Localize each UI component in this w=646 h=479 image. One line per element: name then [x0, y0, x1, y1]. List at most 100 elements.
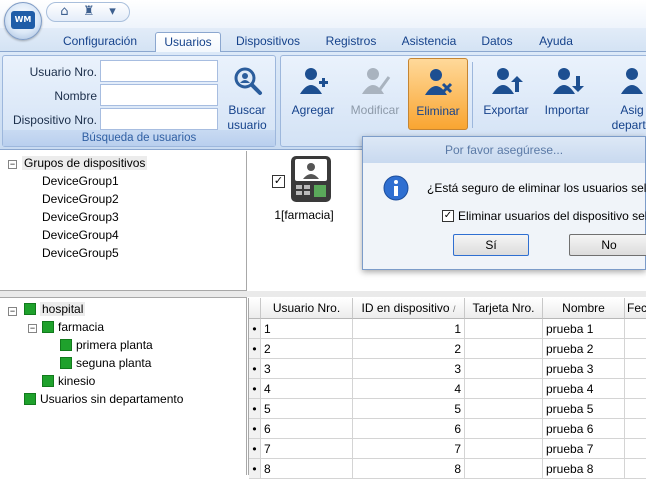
column-header-user-no[interactable]: Usuario Nro.	[261, 298, 353, 319]
column-header-name[interactable]: Nombre	[543, 298, 625, 319]
collapse-toggle-icon[interactable]: −	[28, 324, 37, 333]
table-row[interactable]: • 7 7 prueba 7	[249, 439, 646, 459]
device-checkbox[interactable]: ✓	[272, 175, 285, 188]
cell-card-no[interactable]	[465, 439, 543, 459]
app-logo[interactable]: WM	[4, 2, 42, 40]
cell-name[interactable]: prueba 7	[543, 439, 625, 459]
collapse-toggle-icon[interactable]: −	[8, 160, 17, 169]
row-selector[interactable]: •	[249, 319, 261, 339]
cell-name[interactable]: prueba 5	[543, 399, 625, 419]
cell-user-no[interactable]: 1	[261, 319, 353, 339]
no-button[interactable]: No	[569, 234, 646, 256]
table-row[interactable]: • 6 6 prueba 6	[249, 419, 646, 439]
tab-asistencia[interactable]: Asistencia	[395, 32, 463, 52]
cell-date[interactable]	[625, 399, 646, 419]
cell-user-no[interactable]: 7	[261, 439, 353, 459]
cell-user-no[interactable]: 5	[261, 399, 353, 419]
tab-usuarios[interactable]: Usuarios	[155, 32, 221, 53]
department-item[interactable]: kinesio	[58, 374, 95, 388]
tree-item-device-group[interactable]: DeviceGroup5	[42, 246, 119, 260]
cell-name[interactable]: prueba 6	[543, 419, 625, 439]
assign-department-button[interactable]: Asig departa	[601, 58, 646, 132]
modify-user-button[interactable]: Modificar	[345, 58, 405, 130]
cell-device-id[interactable]: 6	[353, 419, 465, 439]
home-icon[interactable]: ⌂	[60, 3, 68, 21]
delete-from-device-checkbox[interactable]: ✓	[442, 210, 454, 222]
add-user-button[interactable]: Agregar	[285, 58, 341, 130]
cell-device-id[interactable]: 1	[353, 319, 465, 339]
table-row[interactable]: • 4 4 prueba 4	[249, 379, 646, 399]
department-item[interactable]: Usuarios sin departamento	[40, 392, 183, 406]
device-no-field[interactable]	[100, 108, 218, 130]
tree-item-device-group[interactable]: DeviceGroup4	[42, 228, 119, 242]
department-root[interactable]: hospital	[40, 302, 86, 316]
table-row[interactable]: • 1 1 prueba 1	[249, 319, 646, 339]
row-selector[interactable]: •	[249, 379, 261, 399]
cell-device-id[interactable]: 4	[353, 379, 465, 399]
tree-item-device-group[interactable]: DeviceGroup2	[42, 192, 119, 206]
cell-user-no[interactable]: 4	[261, 379, 353, 399]
column-header-device-id[interactable]: ID en dispositivo /	[353, 298, 465, 319]
cell-user-no[interactable]: 3	[261, 359, 353, 379]
table-row[interactable]: • 8 8 prueba 8	[249, 459, 646, 479]
table-row[interactable]: • 3 3 prueba 3	[249, 359, 646, 379]
cell-card-no[interactable]	[465, 399, 543, 419]
device-label[interactable]: 1[farmacia]	[268, 208, 340, 222]
table-row[interactable]: • 2 2 prueba 2	[249, 339, 646, 359]
terminal-device-icon[interactable]	[290, 155, 332, 203]
department-item[interactable]: seguna planta	[76, 356, 151, 370]
cell-user-no[interactable]: 6	[261, 419, 353, 439]
device-groups-root[interactable]: Grupos de dispositivos	[22, 156, 148, 170]
row-selector[interactable]: •	[249, 339, 261, 359]
cell-device-id[interactable]: 8	[353, 459, 465, 479]
cell-name[interactable]: prueba 3	[543, 359, 625, 379]
column-header-date[interactable]: Fech	[625, 298, 646, 319]
collapse-toggle-icon[interactable]: −	[8, 307, 17, 316]
cell-date[interactable]	[625, 379, 646, 399]
import-button[interactable]: Importar	[537, 58, 597, 130]
tab-datos[interactable]: Datos	[472, 32, 522, 52]
cell-card-no[interactable]	[465, 459, 543, 479]
row-selector[interactable]: •	[249, 439, 261, 459]
yes-button[interactable]: Sí	[453, 234, 529, 256]
cell-name[interactable]: prueba 4	[543, 379, 625, 399]
cell-device-id[interactable]: 3	[353, 359, 465, 379]
cell-card-no[interactable]	[465, 379, 543, 399]
table-row[interactable]: • 5 5 prueba 5	[249, 399, 646, 419]
column-header-card-no[interactable]: Tarjeta Nro.	[465, 298, 543, 319]
cell-card-no[interactable]	[465, 339, 543, 359]
cell-device-id[interactable]: 5	[353, 399, 465, 419]
user-no-field[interactable]	[100, 60, 218, 82]
export-button[interactable]: Exportar	[477, 58, 535, 130]
cell-device-id[interactable]: 7	[353, 439, 465, 459]
cell-name[interactable]: prueba 1	[543, 319, 625, 339]
stamp-icon[interactable]: ♜	[83, 3, 95, 21]
cell-card-no[interactable]	[465, 319, 543, 339]
row-selector[interactable]: •	[249, 459, 261, 479]
cell-name[interactable]: prueba 8	[543, 459, 625, 479]
tab-configuracion[interactable]: Configuración	[52, 32, 148, 52]
search-user-button[interactable]: Buscar usuario	[221, 58, 273, 132]
department-item[interactable]: primera planta	[76, 338, 153, 352]
cell-name[interactable]: prueba 2	[543, 339, 625, 359]
cell-device-id[interactable]: 2	[353, 339, 465, 359]
tab-registros[interactable]: Registros	[316, 32, 386, 52]
department-item[interactable]: farmacia	[58, 320, 104, 334]
cell-card-no[interactable]	[465, 359, 543, 379]
cell-card-no[interactable]	[465, 419, 543, 439]
tree-item-device-group[interactable]: DeviceGroup1	[42, 174, 119, 188]
delete-user-button[interactable]: Eliminar	[408, 58, 468, 130]
cell-date[interactable]	[625, 359, 646, 379]
cell-date[interactable]	[625, 419, 646, 439]
name-field[interactable]	[100, 84, 218, 106]
cell-date[interactable]	[625, 339, 646, 359]
cell-date[interactable]	[625, 439, 646, 459]
tab-ayuda[interactable]: Ayuda	[530, 32, 582, 52]
tab-dispositivos[interactable]: Dispositivos	[228, 32, 308, 52]
row-selector[interactable]: •	[249, 419, 261, 439]
cell-user-no[interactable]: 2	[261, 339, 353, 359]
dropdown-icon[interactable]: ▾	[109, 3, 116, 21]
tree-item-device-group[interactable]: DeviceGroup3	[42, 210, 119, 224]
cell-user-no[interactable]: 8	[261, 459, 353, 479]
cell-date[interactable]	[625, 459, 646, 479]
